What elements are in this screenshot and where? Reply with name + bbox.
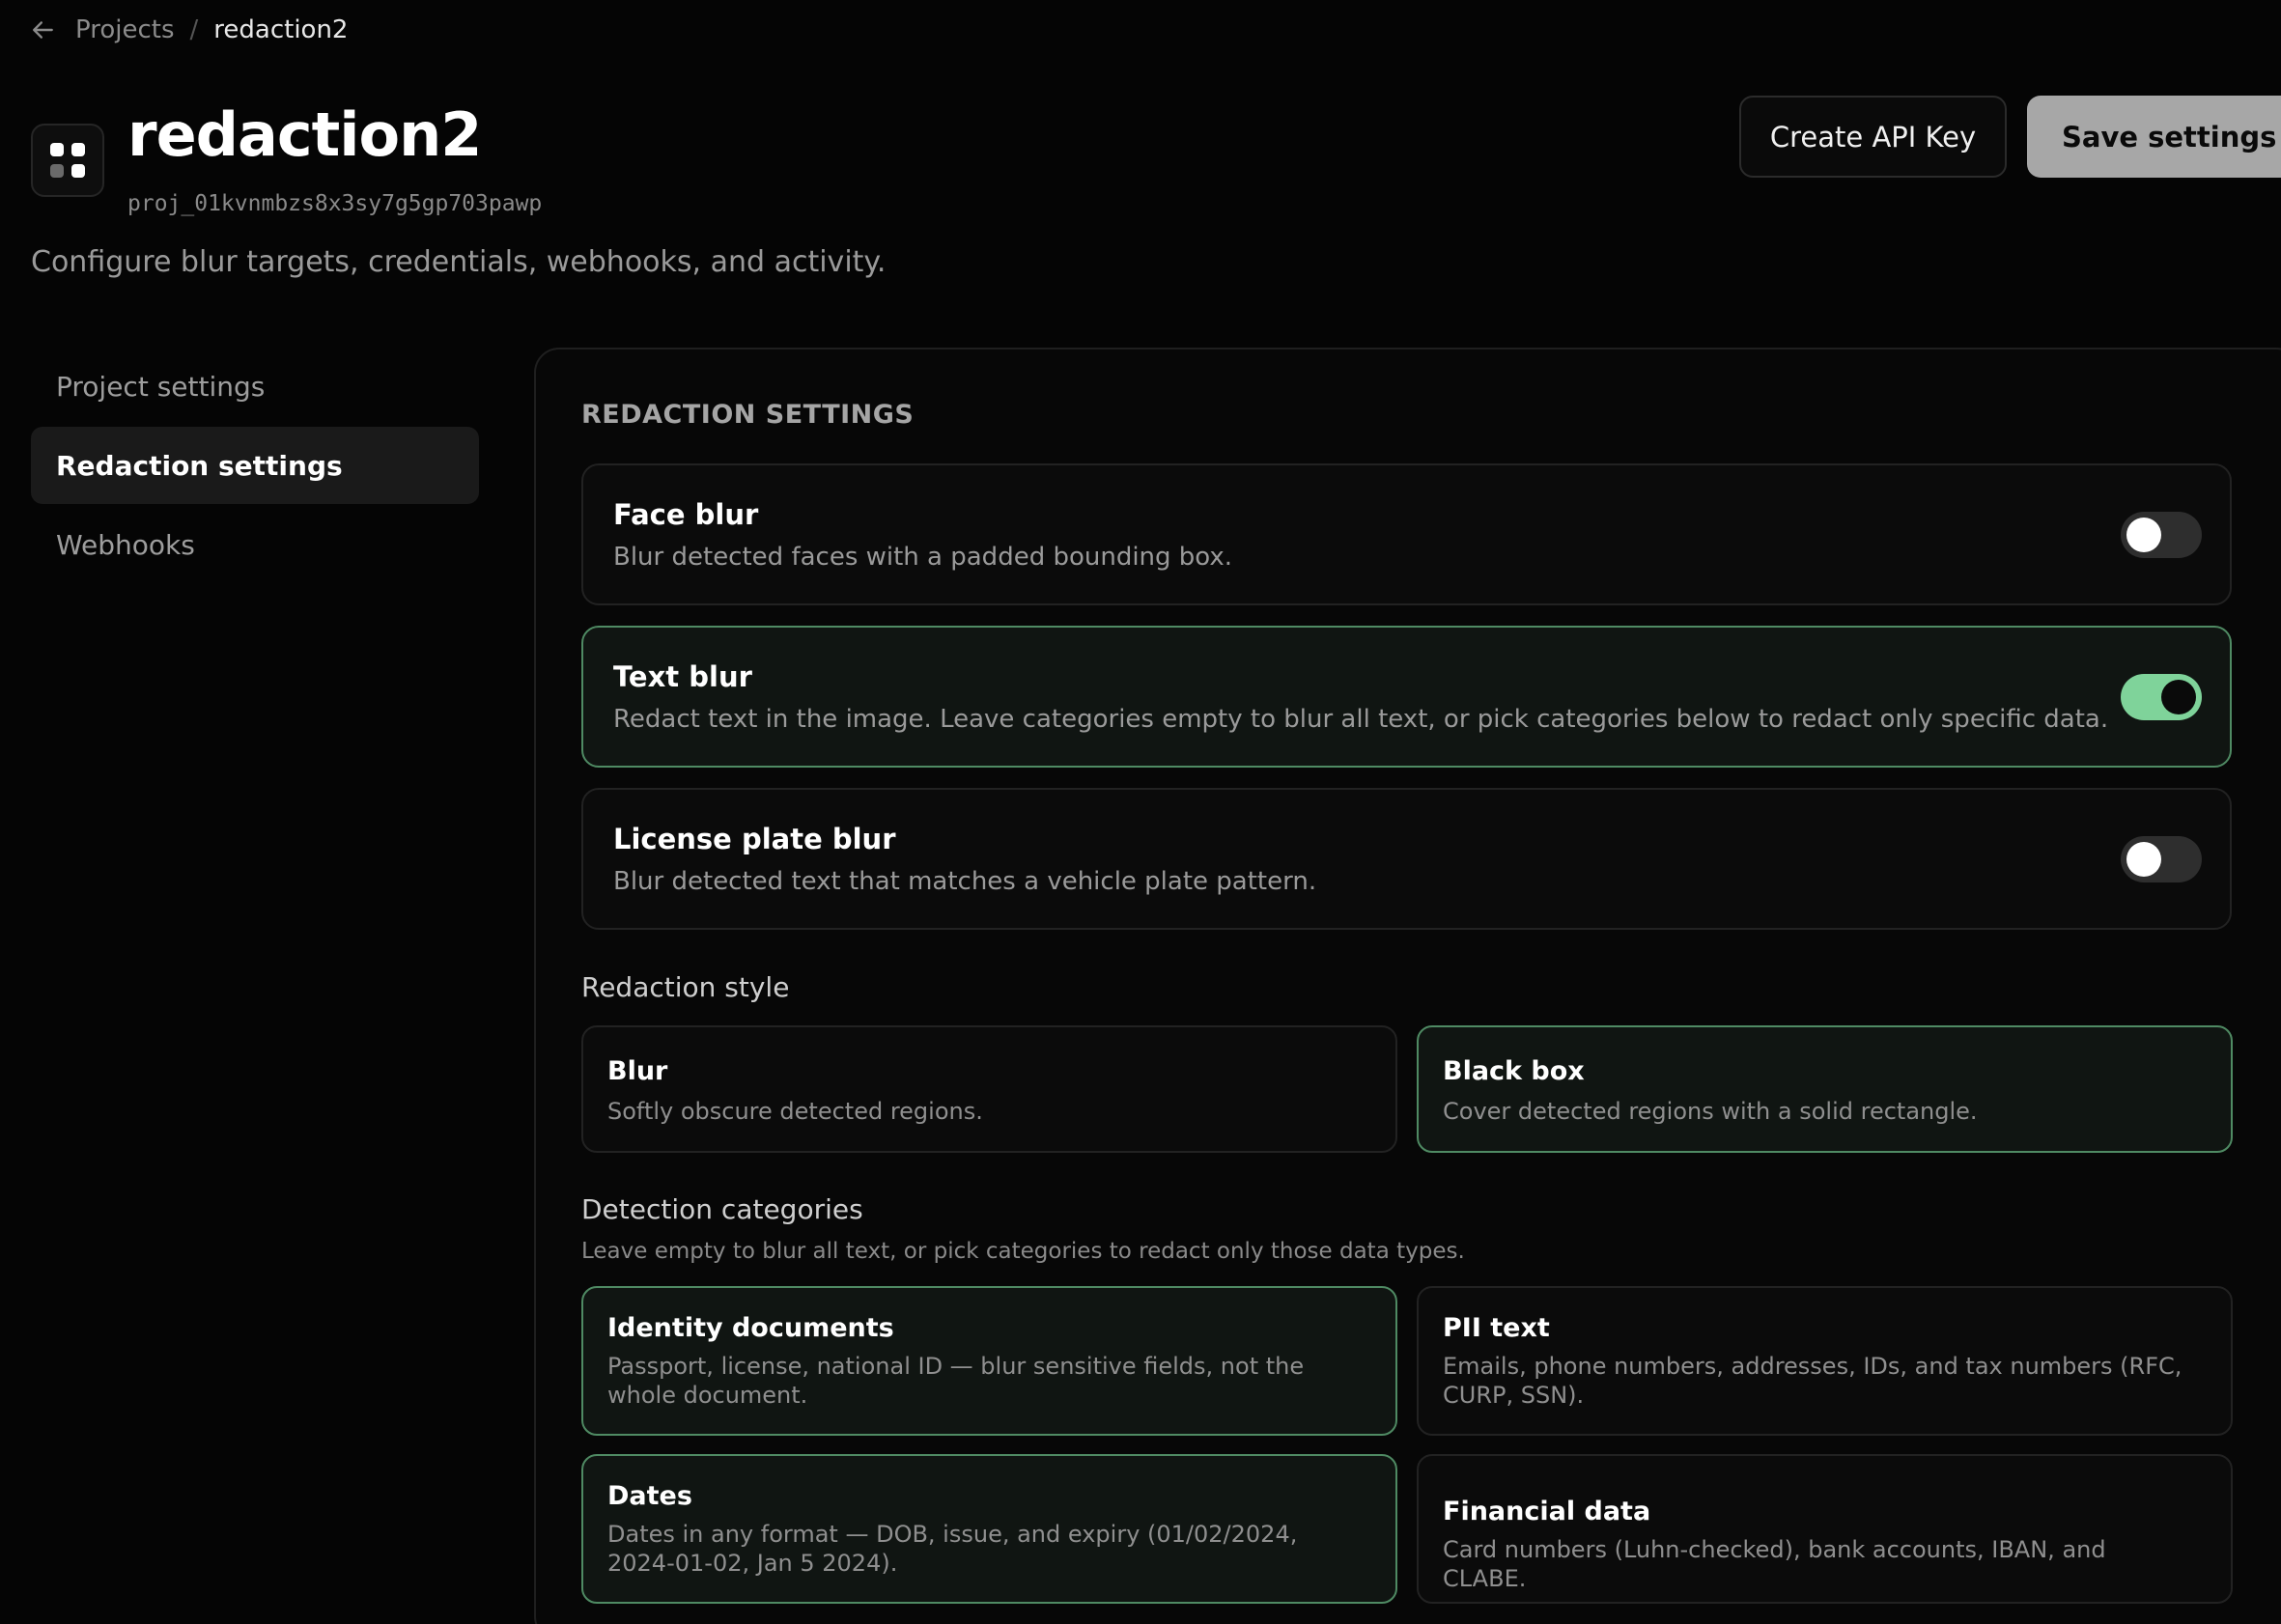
page-subtitle: Configure blur targets, credentials, web…: [31, 245, 887, 279]
page: Projects / redaction2 redaction2 proj_01…: [0, 0, 2281, 1624]
text-blur-toggle[interactable]: [2121, 674, 2202, 720]
category-dates[interactable]: Dates Dates in any format — DOB, issue, …: [581, 1454, 1397, 1604]
toggle-knob: [2126, 842, 2161, 877]
category-description: Emails, phone numbers, addresses, IDs, a…: [1443, 1353, 2182, 1409]
create-api-key-button[interactable]: Create API Key: [1739, 96, 2007, 178]
text-blur-description: Redact text in the image. Leave categori…: [613, 705, 2109, 734]
license-plate-blur-description: Blur detected text that matches a vehicl…: [613, 867, 1317, 896]
license-plate-blur-toggle[interactable]: [2121, 836, 2202, 882]
license-plate-blur-card: License plate blur Blur detected text th…: [581, 788, 2232, 930]
category-title: Identity documents: [607, 1313, 894, 1343]
sidebar: Project settings Redaction settings Webh…: [31, 348, 479, 585]
category-title: Financial data: [1443, 1497, 1651, 1526]
category-financial-data[interactable]: Financial data Card numbers (Luhn-checke…: [1417, 1454, 2233, 1604]
face-blur-card: Face blur Blur detected faces with a pad…: [581, 463, 2232, 605]
style-option-black-box[interactable]: Black box Cover detected regions with a …: [1417, 1025, 2233, 1153]
face-blur-toggle[interactable]: [2121, 512, 2202, 558]
detection-categories-hint: Leave empty to blur all text, or pick ca…: [581, 1239, 1465, 1264]
style-option-blur[interactable]: Blur Softly obscure detected regions.: [581, 1025, 1397, 1153]
project-id: proj_01kvnmbzs8x3sy7g5gp703pawp: [127, 191, 543, 216]
section-heading: REDACTION SETTINGS: [581, 400, 915, 430]
page-title: redaction2: [127, 99, 482, 170]
sidebar-item-redaction-settings[interactable]: Redaction settings: [31, 427, 479, 504]
arrow-left-icon[interactable]: [31, 15, 60, 44]
face-blur-description: Blur detected faces with a padded boundi…: [613, 543, 1233, 572]
toggle-knob: [2126, 518, 2161, 552]
style-option-title: Black box: [1443, 1056, 1585, 1086]
toggle-knob: [2161, 680, 2196, 714]
breadcrumb-current: redaction2: [213, 15, 349, 44]
detection-categories-label: Detection categories: [581, 1193, 863, 1225]
sidebar-item-webhooks[interactable]: Webhooks: [31, 506, 479, 583]
category-description: Dates in any format — DOB, issue, and ex…: [607, 1521, 1298, 1577]
sidebar-item-project-settings[interactable]: Project settings: [31, 348, 479, 425]
text-blur-card: Text blur Redact text in the image. Leav…: [581, 626, 2232, 768]
category-description: Card numbers (Luhn-checked), bank accoun…: [1443, 1536, 2106, 1592]
style-option-description: Softly obscure detected regions.: [607, 1098, 983, 1125]
redaction-style-label: Redaction style: [581, 971, 790, 1003]
breadcrumb-projects-link[interactable]: Projects: [75, 15, 175, 44]
category-pii-text[interactable]: PII text Emails, phone numbers, addresse…: [1417, 1286, 2233, 1436]
text-blur-title: Text blur: [613, 660, 752, 693]
category-identity-documents[interactable]: Identity documents Passport, license, na…: [581, 1286, 1397, 1436]
breadcrumb-separator: /: [189, 15, 199, 44]
style-option-description: Cover detected regions with a solid rect…: [1443, 1098, 1978, 1125]
category-title: Dates: [607, 1481, 692, 1511]
breadcrumb: Projects / redaction2: [31, 12, 348, 48]
style-option-title: Blur: [607, 1056, 668, 1086]
grid-icon: [31, 124, 104, 197]
save-settings-button[interactable]: Save settings: [2027, 96, 2281, 178]
category-title: PII text: [1443, 1313, 1550, 1343]
category-description: Passport, license, national ID — blur se…: [607, 1353, 1305, 1409]
face-blur-title: Face blur: [613, 498, 759, 531]
license-plate-blur-title: License plate blur: [613, 823, 896, 855]
